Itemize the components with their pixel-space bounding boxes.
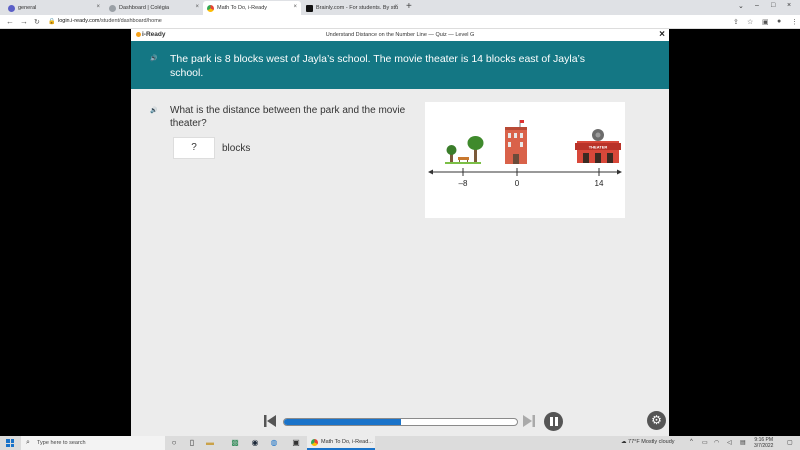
prompt-text: The park is 8 blocks west of Jayla’s sch… <box>170 53 585 79</box>
close-tab-icon[interactable]: × <box>96 4 100 10</box>
menu-icon[interactable]: ⋮ <box>791 18 798 26</box>
search-placeholder: Type here to search <box>37 440 86 446</box>
number-line-svg: THEATER –8 0 14 <box>428 120 622 188</box>
previous-button[interactable] <box>264 414 276 432</box>
speaker-icon[interactable]: 🔊 <box>149 105 159 115</box>
progress-fill <box>284 419 401 425</box>
keyboard-icon[interactable]: ▤ <box>740 439 746 446</box>
new-tab-button[interactable]: + <box>406 1 412 12</box>
url-path: /student/dashboard/home <box>99 18 162 24</box>
tick-label: –8 <box>459 179 468 188</box>
taskbar-active-task[interactable]: Math To Do, i-Read... <box>307 436 375 450</box>
school-icon <box>505 120 527 164</box>
network-icon[interactable]: ▭ <box>702 439 708 446</box>
close-quiz-button[interactable]: × <box>659 29 665 40</box>
maximize-button[interactable]: □ <box>771 2 775 9</box>
tab-label: Math To Do, i-Ready <box>217 5 268 11</box>
question-text: What is the distance between the park an… <box>170 105 406 129</box>
address-bar: ← → ↻ 🔒 login.i-ready.com/student/dashbo… <box>0 15 800 29</box>
park-icon <box>445 136 484 164</box>
folder-icon[interactable]: ▬ <box>205 438 215 448</box>
minimize-button[interactable]: – <box>755 2 759 9</box>
tab-general[interactable]: general × <box>4 1 104 15</box>
video-chat-icon <box>8 4 15 12</box>
back-button[interactable]: ← <box>6 17 14 26</box>
steam-icon[interactable]: ◉ <box>250 438 260 448</box>
forward-button[interactable]: → <box>20 17 28 26</box>
answer-unit: blocks <box>222 143 251 154</box>
task-label: Math To Do, i-Read... <box>321 439 373 445</box>
tab-label: Dashboard | Colégia <box>119 5 170 11</box>
left-arrow-icon <box>428 169 433 175</box>
quiz-title: Understand Distance on the Number Line —… <box>325 32 475 38</box>
windows-start-icon[interactable] <box>6 439 14 447</box>
clock-date: 3/7/2022 <box>754 443 774 449</box>
browser-tab-bar: general × Dashboard | Colégia × Math To … <box>0 0 800 15</box>
search-icon: ⌕ <box>26 439 30 446</box>
generic-site-icon <box>109 4 116 12</box>
tick-label: 14 <box>595 179 604 188</box>
clock[interactable]: 9:16 PM 3/7/2022 <box>754 437 773 449</box>
lock-icon[interactable]: 🔒 <box>48 18 55 25</box>
tab-label: Brainly.com - For students. By stu <box>316 5 399 11</box>
close-tab-icon[interactable]: × <box>293 4 297 10</box>
taskbar: ⌕ Type here to search ○ ▯ ▬ ▩ ◉ ◍ ▣ Math… <box>0 436 800 450</box>
chevron-up-icon[interactable]: ^ <box>690 439 693 445</box>
brainly-icon <box>306 4 313 12</box>
prompt-banner: 🔊 The park is 8 blocks west of Jayla’s s… <box>131 41 669 89</box>
star-icon[interactable]: ☆ <box>747 18 753 26</box>
tab-label: general <box>18 5 37 11</box>
url-host: login.i-ready.com <box>58 18 100 24</box>
chrome-icon <box>207 4 214 12</box>
weather-text: 77°F Mostly cloudy <box>628 439 675 445</box>
profile-icon[interactable]: ● <box>777 18 781 25</box>
progress-bar <box>283 418 518 426</box>
weather-widget[interactable]: ☁ 77°F Mostly cloudy <box>621 439 675 445</box>
iready-quiz: i-Ready Understand Distance on the Numbe… <box>131 29 669 436</box>
theater-sign-text: THEATER <box>589 145 608 150</box>
close-tab-icon[interactable]: × <box>394 4 398 10</box>
excel-icon[interactable]: ▩ <box>230 438 240 448</box>
taskbar-search[interactable]: ⌕ Type here to search <box>21 436 165 450</box>
gear-icon[interactable]: ⚙ <box>647 411 666 430</box>
chevron-down-icon[interactable]: ⌄ <box>738 2 744 10</box>
speaker-icon[interactable]: 🔊 <box>149 53 159 63</box>
task-view-icon[interactable]: ▯ <box>187 438 197 448</box>
wifi-icon[interactable]: ◠ <box>714 439 719 446</box>
cortana-icon[interactable]: ○ <box>169 438 179 448</box>
number-line-figure: THEATER –8 0 14 <box>425 102 625 218</box>
notification-icon[interactable]: ▢ <box>787 439 793 446</box>
app-icon[interactable]: ▣ <box>291 438 301 448</box>
url-field[interactable]: login.i-ready.com/student/dashboard/home <box>58 18 162 24</box>
quiz-topbar: i-Ready Understand Distance on the Numbe… <box>131 29 669 41</box>
pause-button[interactable] <box>544 412 563 431</box>
reload-icon[interactable]: ↻ <box>34 18 40 26</box>
chrome-icon <box>311 439 318 446</box>
right-arrow-icon <box>617 169 622 175</box>
edge-icon[interactable]: ◍ <box>269 438 279 448</box>
answer-input[interactable]: ? <box>173 137 215 159</box>
tab-iready[interactable]: Math To Do, i-Ready × <box>203 1 301 15</box>
volume-icon[interactable]: ◁ <box>727 439 732 446</box>
tab-brainly[interactable]: Brainly.com - For students. By stu × <box>302 1 402 15</box>
extension-icon[interactable]: ▣ <box>762 18 769 26</box>
share-icon[interactable]: ⇪ <box>733 18 739 26</box>
theater-icon: THEATER <box>575 129 621 163</box>
close-tab-icon[interactable]: × <box>195 4 199 10</box>
tick-label: 0 <box>515 179 520 188</box>
close-window-button[interactable]: × <box>787 2 791 9</box>
tab-dashboard[interactable]: Dashboard | Colégia × <box>105 1 203 15</box>
next-button[interactable] <box>523 414 535 432</box>
